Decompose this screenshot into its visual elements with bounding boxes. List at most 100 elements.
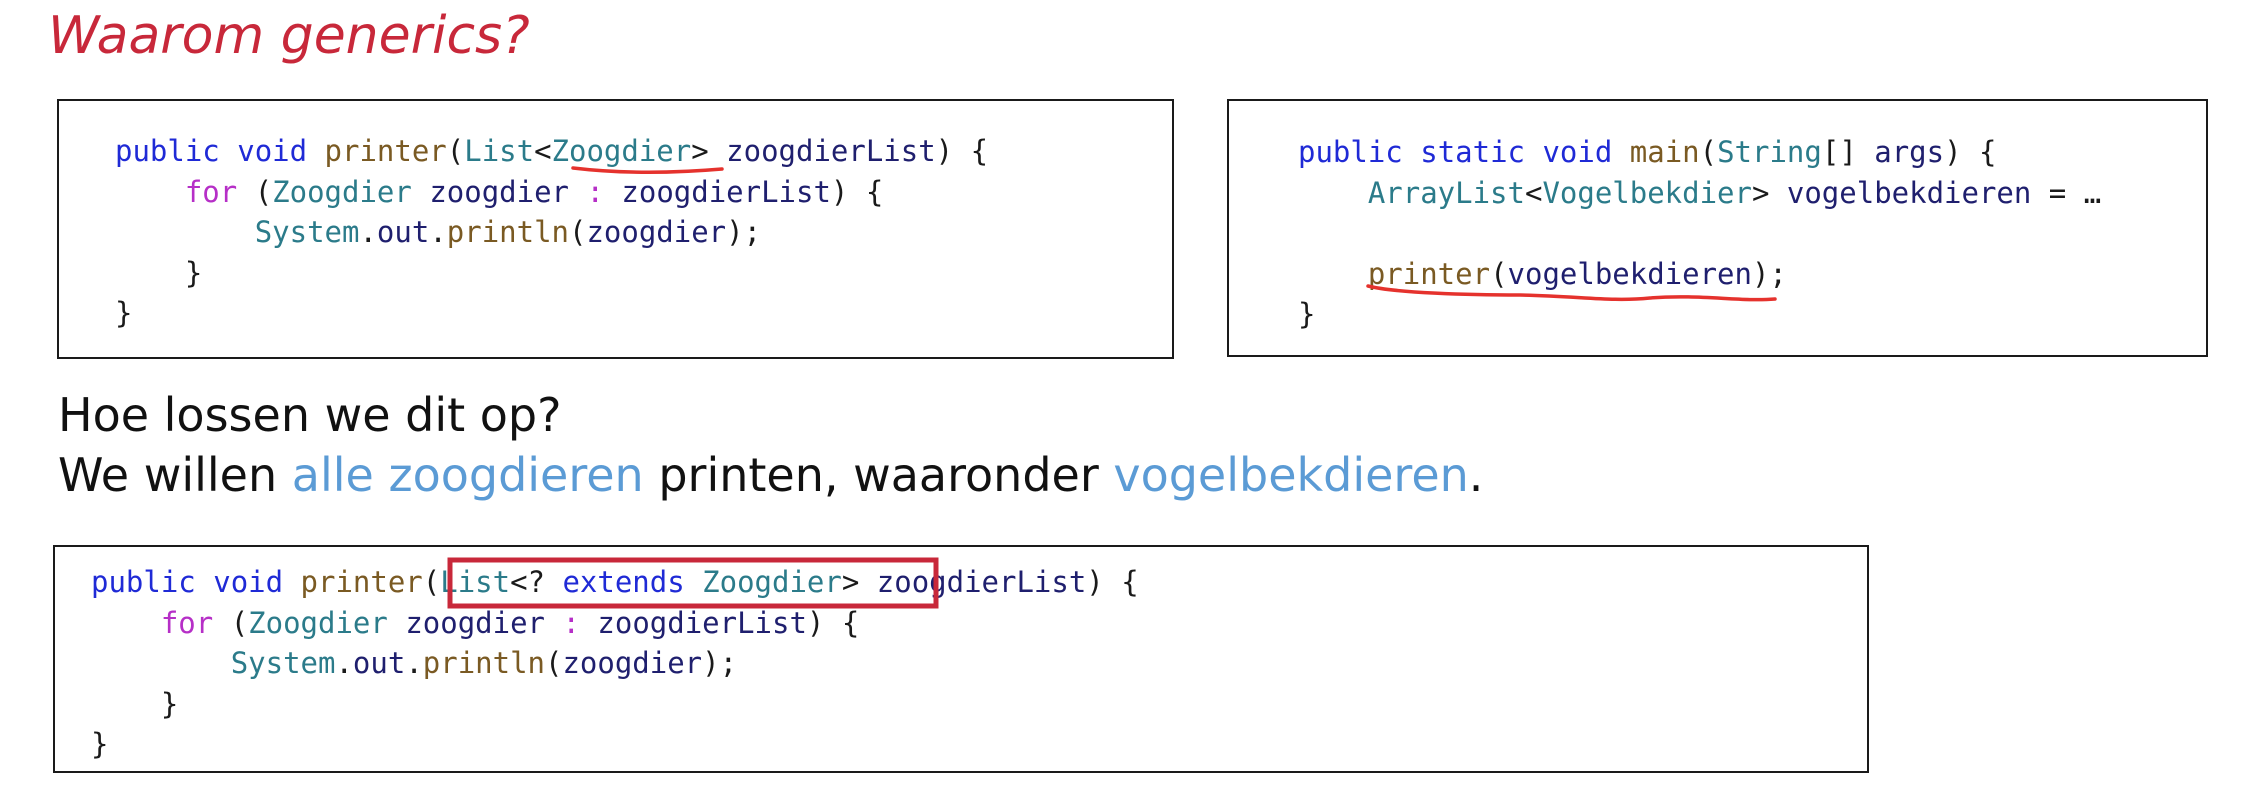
code-token: vogelbekdieren — [1786, 175, 2032, 210]
code-token: extends — [562, 565, 685, 599]
code-token: Zoogdier — [248, 605, 388, 640]
code-line: System.out.println(zoogdier); — [115, 215, 761, 249]
code-token: Vogelbekdier — [1542, 175, 1752, 210]
code-token: println — [422, 646, 545, 680]
statement-text: We willen alle zoogdieren printen, waaro… — [58, 448, 1483, 502]
code-token: ); — [702, 646, 738, 680]
code-token: ( — [1699, 135, 1718, 169]
code-token: ) { — [806, 605, 860, 640]
code-token: zoogdierList — [876, 565, 1087, 599]
code-box-main: public static void main(String[] args) {… — [1227, 99, 2208, 357]
code-token: printer — [300, 565, 423, 599]
code-token: vogelbekdieren — [1507, 256, 1752, 291]
code-main-method: public static void main(String[] args) {… — [1298, 132, 2101, 335]
statement-part: printen, waaronder — [643, 448, 1114, 502]
code-line: for (Zoogdier zoogdier : zoogdierList) { — [91, 606, 859, 640]
code-token: ( — [569, 215, 587, 249]
code-token: zoogdierList — [597, 605, 807, 640]
code-token: println — [446, 215, 569, 249]
code-token: out — [376, 215, 430, 249]
code-line: public void printer(List<? extends Zoogd… — [91, 565, 1139, 599]
code-line: } — [91, 686, 179, 721]
code-token: > — [691, 134, 727, 168]
code-line: } — [115, 255, 203, 290]
statement-highlight-mammals: alle zoogdieren — [291, 448, 644, 502]
code-token: ( — [237, 174, 273, 209]
code-token: Zoogdier — [702, 565, 842, 599]
code-token: out — [352, 646, 406, 680]
code-token: ArrayList — [1367, 175, 1525, 210]
code-token: Zoogdier — [551, 134, 692, 168]
code-token: ) { — [1944, 135, 1997, 169]
code-printer-original: public void printer(List<Zoogdier> zoogd… — [115, 131, 988, 334]
code-line: System.out.println(zoogdier); — [91, 646, 737, 680]
code-token: List — [440, 565, 511, 599]
code-token: printer — [324, 134, 447, 168]
code-token: < — [1524, 175, 1543, 210]
code-token: ( — [446, 134, 465, 168]
statement-part: We willen — [58, 448, 292, 502]
code-line: ArrayList<Vogelbekdier> vogelbekdieren =… — [1298, 176, 2101, 210]
code-token: void — [1542, 135, 1613, 169]
code-token: . — [405, 646, 423, 680]
code-token: : — [586, 174, 604, 209]
code-token: public — [115, 134, 220, 168]
code-token: printer — [1367, 256, 1491, 291]
code-token: main — [1629, 135, 1700, 169]
code-token: ); — [726, 215, 762, 249]
code-token: static — [1420, 135, 1525, 169]
code-token: zoogdierList — [621, 174, 831, 209]
code-token: zoogdier — [562, 646, 703, 680]
code-token: void — [237, 134, 308, 168]
code-token: : — [562, 605, 580, 640]
code-line: } — [115, 296, 133, 330]
code-token: System — [254, 215, 360, 249]
code-token: ( — [422, 565, 441, 599]
code-token: public — [1298, 135, 1403, 169]
code-token: ( — [1490, 256, 1508, 291]
code-token: for — [160, 605, 214, 640]
code-token: > — [1751, 175, 1787, 210]
statement-highlight-platypuses: vogelbekdieren — [1113, 448, 1469, 502]
code-line: } — [91, 727, 109, 761]
code-token: System — [230, 646, 336, 680]
code-token: public — [91, 565, 196, 599]
code-line: public void printer(List<Zoogdier> zoogd… — [115, 134, 988, 168]
code-box-printer: public void printer(List<Zoogdier> zoogd… — [57, 99, 1174, 359]
code-token: ) { — [830, 174, 884, 209]
statement-part: . — [1468, 448, 1484, 502]
question-text: Hoe lossen we dit op? — [58, 388, 562, 442]
code-token: ( — [545, 646, 563, 680]
code-token: ) { — [1086, 565, 1139, 599]
code-token: List — [464, 134, 535, 168]
code-token: for — [184, 174, 238, 209]
code-token: ); — [1751, 256, 1787, 291]
code-token: String — [1717, 135, 1822, 169]
code-token: < — [534, 134, 552, 168]
code-token: . — [429, 215, 447, 249]
code-token: zoogdier — [429, 174, 569, 209]
code-box-printer-wildcard: public void printer(List<? extends Zoogd… — [53, 545, 1869, 773]
code-token: . — [359, 215, 377, 249]
slide-title: Waarom generics? — [48, 6, 530, 66]
code-token: void — [213, 565, 284, 599]
code-line: public static void main(String[] args) { — [1298, 135, 1996, 169]
